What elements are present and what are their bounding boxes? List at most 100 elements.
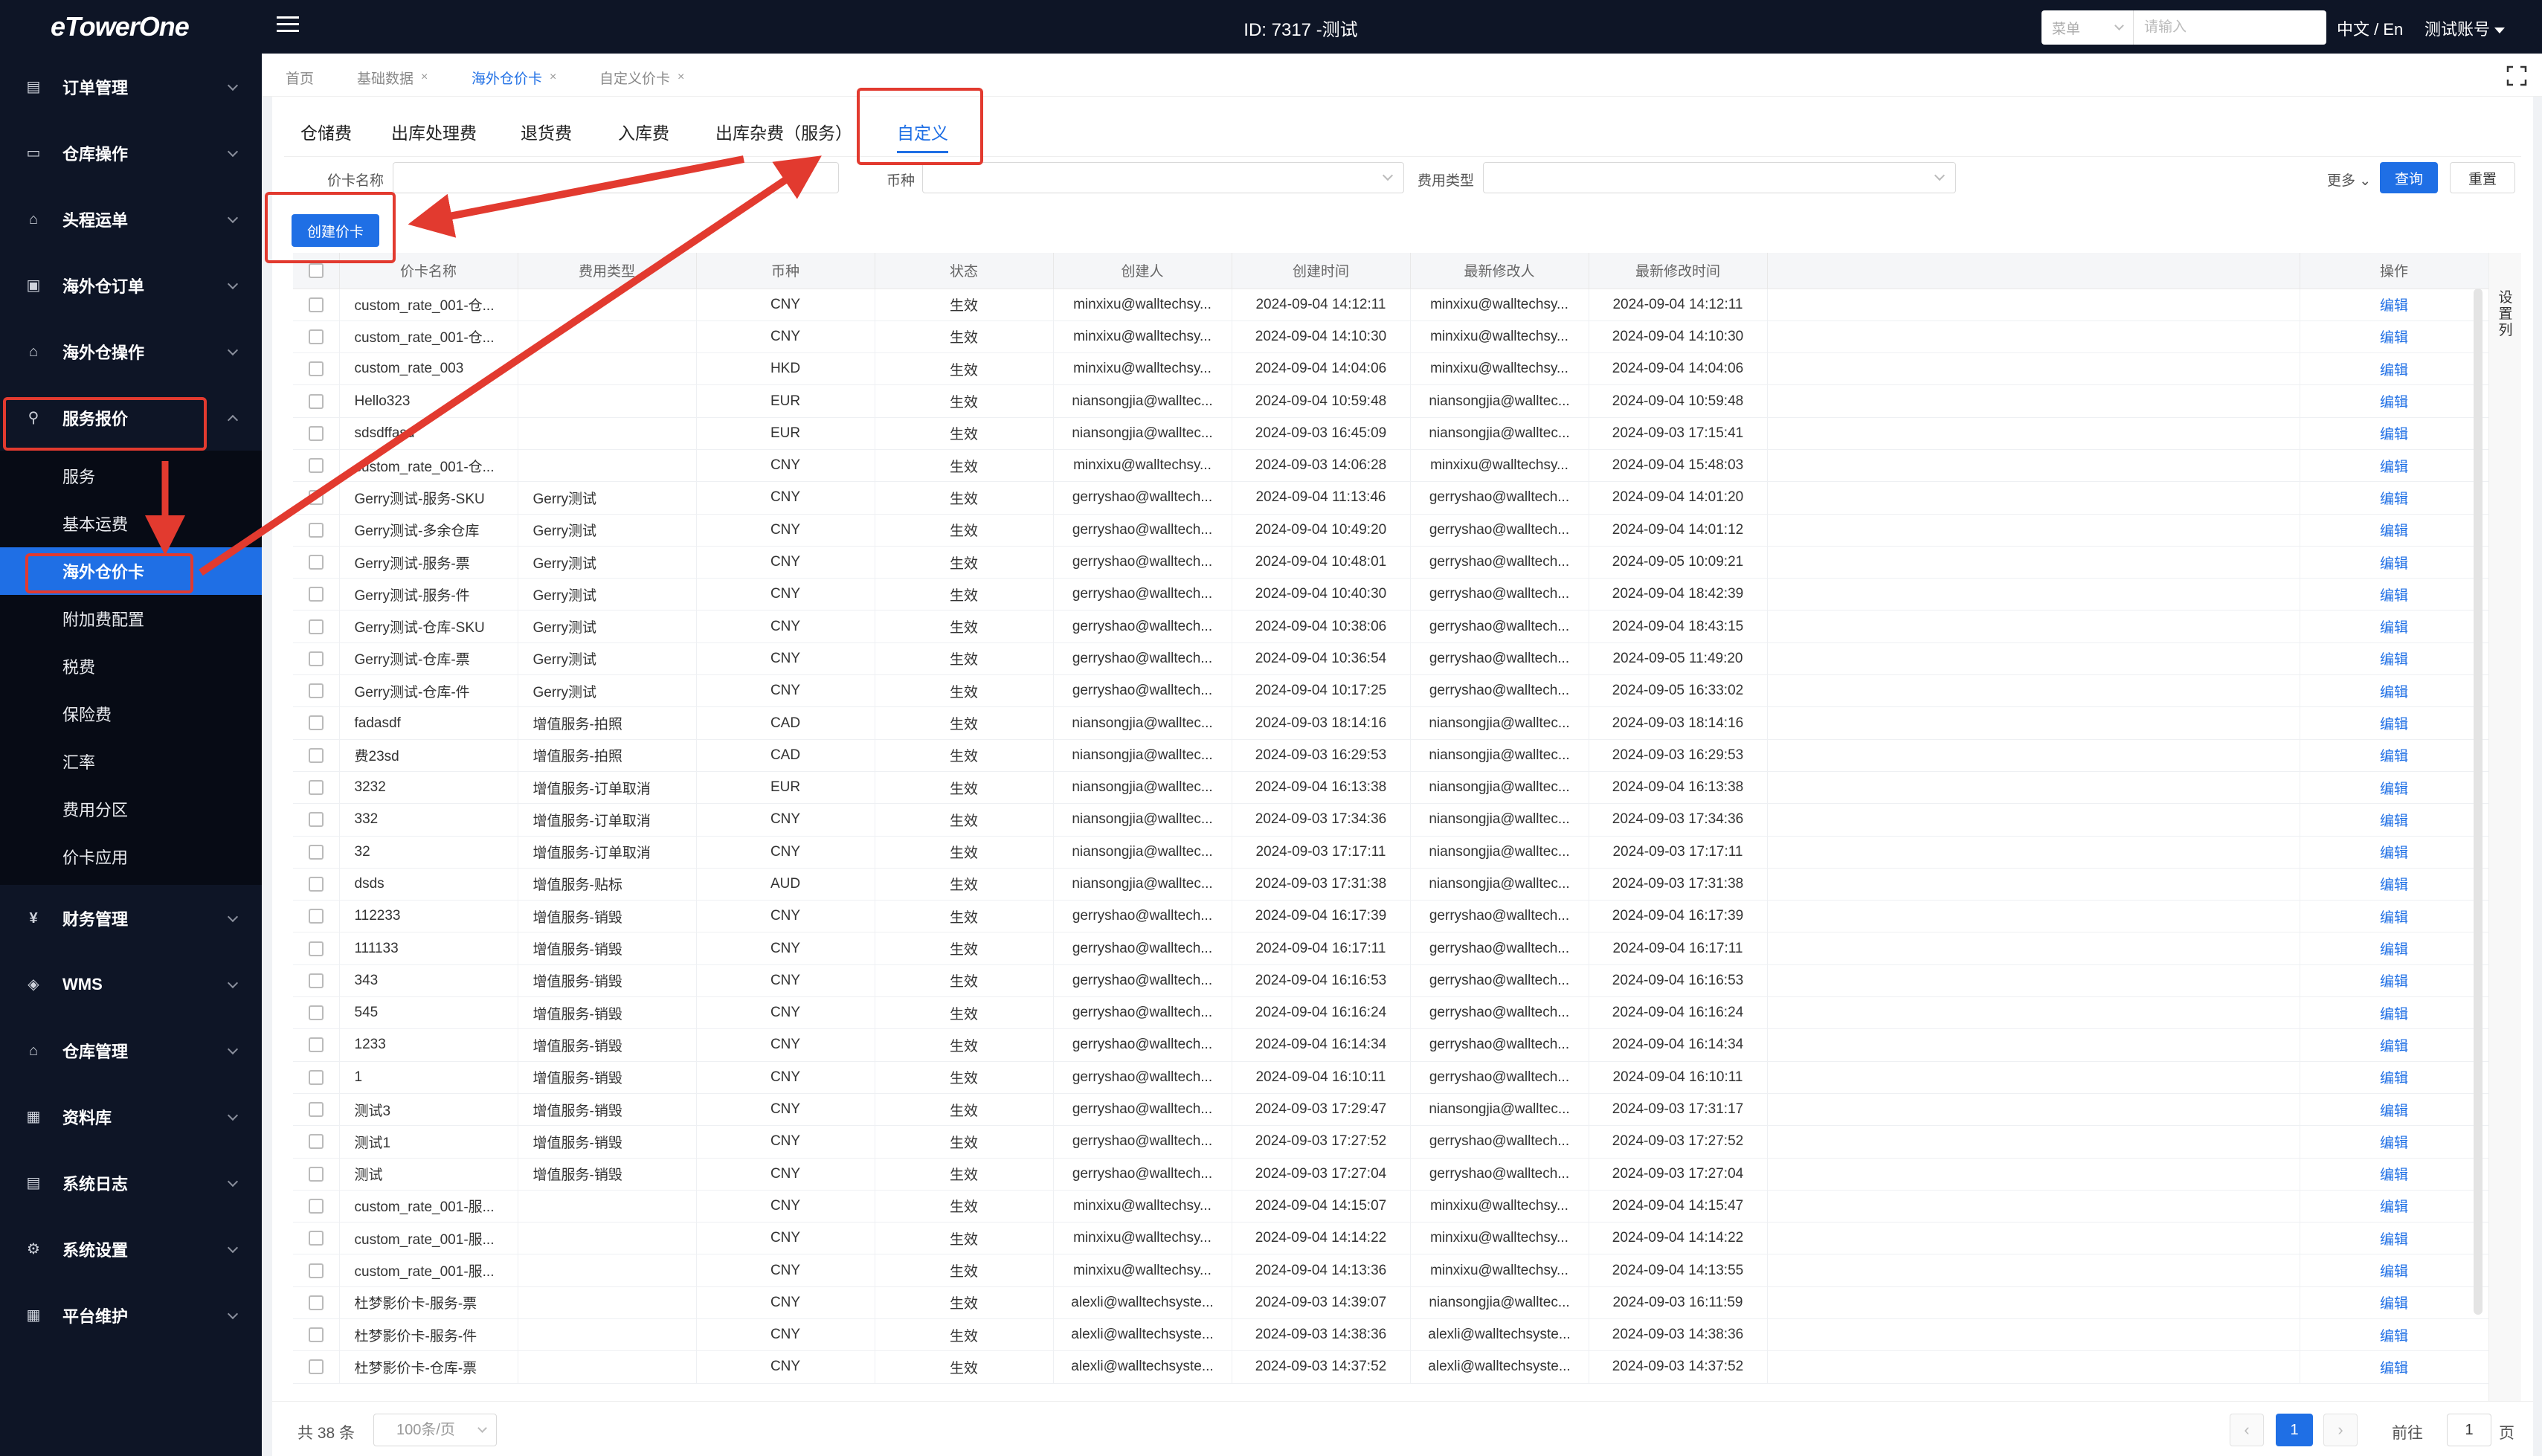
edit-link[interactable]: 编辑 [2380, 1264, 2408, 1280]
sidebar-group-2[interactable]: ⌂ 头程运单 [0, 186, 262, 252]
filter-currency-select[interactable] [922, 162, 1404, 193]
edit-link[interactable]: 编辑 [2380, 782, 2408, 797]
edit-link[interactable]: 编辑 [2380, 298, 2408, 314]
language-switch[interactable]: 中文 / En [2337, 16, 2403, 40]
sidebar-group-11[interactable]: ⚙ 系统设置 [0, 1216, 262, 1282]
table-row[interactable]: 111133 增值服务-销毁 CNY 生效 gerryshao@walltech... 2… [293, 932, 2488, 965]
page-tab-overseas-rate-card[interactable]: 海外仓价卡 × [464, 64, 564, 91]
table-row[interactable]: custom_rate_001-服... CNY 生效 minxixu@walltec… [293, 1222, 2488, 1255]
edit-link[interactable]: 编辑 [2380, 1136, 2408, 1151]
tab-outbound-misc-fee[interactable]: 出库杂费（服务） [715, 119, 852, 144]
submenu-item-2[interactable]: 海外仓价卡 [0, 547, 262, 595]
submenu-item-6[interactable]: 汇率 [0, 738, 262, 785]
row-checkbox[interactable] [293, 996, 340, 1030]
more-filters-button[interactable]: 更多 ⌄ [2327, 170, 2371, 190]
table-row[interactable]: 3232 增值服务-订单取消 EUR 生效 niansongjia@walltec...… [293, 771, 2488, 805]
page-size-select[interactable]: 100条/页 [373, 1414, 497, 1446]
table-row[interactable]: custom_rate_001-服... CNY 生效 minxixu@walltec… [293, 1190, 2488, 1223]
row-checkbox[interactable] [293, 1222, 340, 1255]
sidebar-group-10[interactable]: ▤ 系统日志 [0, 1150, 262, 1216]
prev-page-button[interactable]: ‹ [2230, 1414, 2264, 1446]
table-row[interactable]: fadasdf 增值服务-拍照 CAD 生效 niansongjia@walltec..… [293, 706, 2488, 740]
query-button[interactable]: 查询 [2380, 162, 2438, 193]
table-row[interactable]: custom_rate_001-仓... CNY 生效 minxixu@walltec… [293, 320, 2488, 354]
row-checkbox[interactable] [293, 578, 340, 611]
row-checkbox[interactable] [293, 1286, 340, 1320]
edit-link[interactable]: 编辑 [2380, 685, 2408, 700]
row-checkbox[interactable] [293, 481, 340, 515]
row-checkbox[interactable] [293, 610, 340, 643]
page-tab-basic-data[interactable]: 基础数据 × [350, 64, 435, 91]
row-checkbox[interactable] [293, 932, 340, 965]
select-all-checkbox[interactable] [293, 253, 340, 289]
edit-link[interactable]: 编辑 [2380, 1007, 2408, 1022]
row-checkbox[interactable] [293, 964, 340, 998]
table-row[interactable]: 费23sd 增值服务-拍照 CAD 生效 niansongjia@walltec... 2… [293, 739, 2488, 772]
table-row[interactable]: 杜梦影价卡-仓库-票 CNY 生效 alexli@walltechsyste... 20… [293, 1350, 2488, 1384]
edit-link[interactable]: 编辑 [2380, 845, 2408, 861]
edit-link[interactable]: 编辑 [2380, 427, 2408, 442]
table-row[interactable]: 测试1 增值服务-销毁 CNY 生效 gerryshao@walltech... 2024… [293, 1125, 2488, 1159]
sidebar-group-7[interactable]: ◈ WMS [0, 951, 262, 1017]
row-checkbox[interactable] [293, 771, 340, 805]
edit-link[interactable]: 编辑 [2380, 749, 2408, 764]
tab-outbound-handling-fee[interactable]: 出库处理费 [391, 119, 477, 144]
edit-link[interactable]: 编辑 [2380, 492, 2408, 507]
edit-link[interactable]: 编辑 [2380, 556, 2408, 572]
table-row[interactable]: 测试 增值服务-销毁 CNY 生效 gerryshao@walltech... 2024-… [293, 1158, 2488, 1191]
edit-link[interactable]: 编辑 [2380, 1361, 2408, 1376]
table-row[interactable]: 杜梦影价卡-服务-票 CNY 生效 alexli@walltechsyste... 20… [293, 1286, 2488, 1320]
page-tab-custom-rate-card[interactable]: 自定义价卡 × [592, 64, 692, 91]
submenu-item-5[interactable]: 保险费 [0, 690, 262, 738]
edit-link[interactable]: 编辑 [2380, 1232, 2408, 1248]
sidebar-group-1[interactable]: ▭ 仓库操作 [0, 120, 262, 186]
edit-link[interactable]: 编辑 [2380, 877, 2408, 893]
reset-button[interactable]: 重置 [2450, 162, 2515, 193]
table-row[interactable]: 112233 增值服务-销毁 CNY 生效 gerryshao@walltech... 2… [293, 900, 2488, 933]
row-checkbox[interactable] [293, 1318, 340, 1352]
table-row[interactable]: Gerry测试-仓库-票 Gerry测试 CNY 生效 gerryshao@wallte… [293, 642, 2488, 676]
submenu-item-0[interactable]: 服务 [0, 452, 262, 500]
submenu-item-4[interactable]: 税费 [0, 642, 262, 690]
fullscreen-icon[interactable] [2506, 65, 2527, 86]
row-checkbox[interactable] [293, 674, 340, 708]
goto-page-input[interactable] [2447, 1414, 2491, 1446]
edit-link[interactable]: 编辑 [2380, 974, 2408, 990]
sidebar-group-12[interactable]: ▦ 平台维护 [0, 1282, 262, 1348]
row-checkbox[interactable] [293, 514, 340, 547]
edit-link[interactable]: 编辑 [2380, 814, 2408, 829]
table-row[interactable]: Gerry测试-仓库-SKU Gerry测试 CNY 生效 gerryshao@wall… [293, 610, 2488, 643]
row-checkbox[interactable] [293, 836, 340, 869]
account-menu[interactable]: 测试账号 [2424, 16, 2506, 40]
close-icon[interactable]: × [678, 71, 684, 84]
table-row[interactable]: Gerry测试-多余仓库 Gerry测试 CNY 生效 gerryshao@wallte… [293, 514, 2488, 547]
table-row[interactable]: Gerry测试-服务-SKU Gerry测试 CNY 生效 gerryshao@wall… [293, 481, 2488, 515]
edit-link[interactable]: 编辑 [2380, 1329, 2408, 1344]
table-row[interactable]: 332 增值服务-订单取消 CNY 生效 niansongjia@walltec... 2… [293, 803, 2488, 837]
row-checkbox[interactable] [293, 1028, 340, 1062]
edit-link[interactable]: 编辑 [2380, 460, 2408, 475]
filter-name-input[interactable] [393, 162, 839, 193]
table-row[interactable]: Hello323 EUR 生效 niansongjia@walltec... 2024-… [293, 384, 2488, 418]
edit-link[interactable]: 编辑 [2380, 330, 2408, 346]
row-checkbox[interactable] [293, 900, 340, 933]
edit-link[interactable]: 编辑 [2380, 1296, 2408, 1312]
close-icon[interactable]: × [421, 71, 428, 84]
page-tab-home[interactable]: 首页 [278, 64, 321, 91]
table-row[interactable]: custom_rate_001-服... CNY 生效 minxixu@walltec… [293, 1254, 2488, 1287]
row-checkbox[interactable] [293, 1061, 340, 1094]
table-row[interactable]: custom_rate_001-仓... CNY 生效 minxixu@walltec… [293, 449, 2488, 483]
row-checkbox[interactable] [293, 1093, 340, 1127]
row-checkbox[interactable] [293, 417, 340, 450]
create-rate-card-button[interactable]: 创建价卡 [292, 214, 379, 247]
sidebar-group-3[interactable]: ▣ 海外仓订单 [0, 252, 262, 318]
table-row[interactable]: 杜梦影价卡-服务-件 CNY 生效 alexli@walltechsyste... 20… [293, 1318, 2488, 1352]
tab-return-fee[interactable]: 退货费 [521, 119, 572, 144]
submenu-item-7[interactable]: 费用分区 [0, 785, 262, 833]
column-settings-button[interactable]: 设置列 [2488, 253, 2521, 1401]
edit-link[interactable]: 编辑 [2380, 1167, 2408, 1183]
table-row[interactable]: Gerry测试-服务-件 Gerry测试 CNY 生效 gerryshao@wallte… [293, 578, 2488, 611]
table-row[interactable]: 545 增值服务-销毁 CNY 生效 gerryshao@walltech... 2024… [293, 996, 2488, 1030]
edit-link[interactable]: 编辑 [2380, 588, 2408, 604]
close-icon[interactable]: × [550, 71, 556, 84]
